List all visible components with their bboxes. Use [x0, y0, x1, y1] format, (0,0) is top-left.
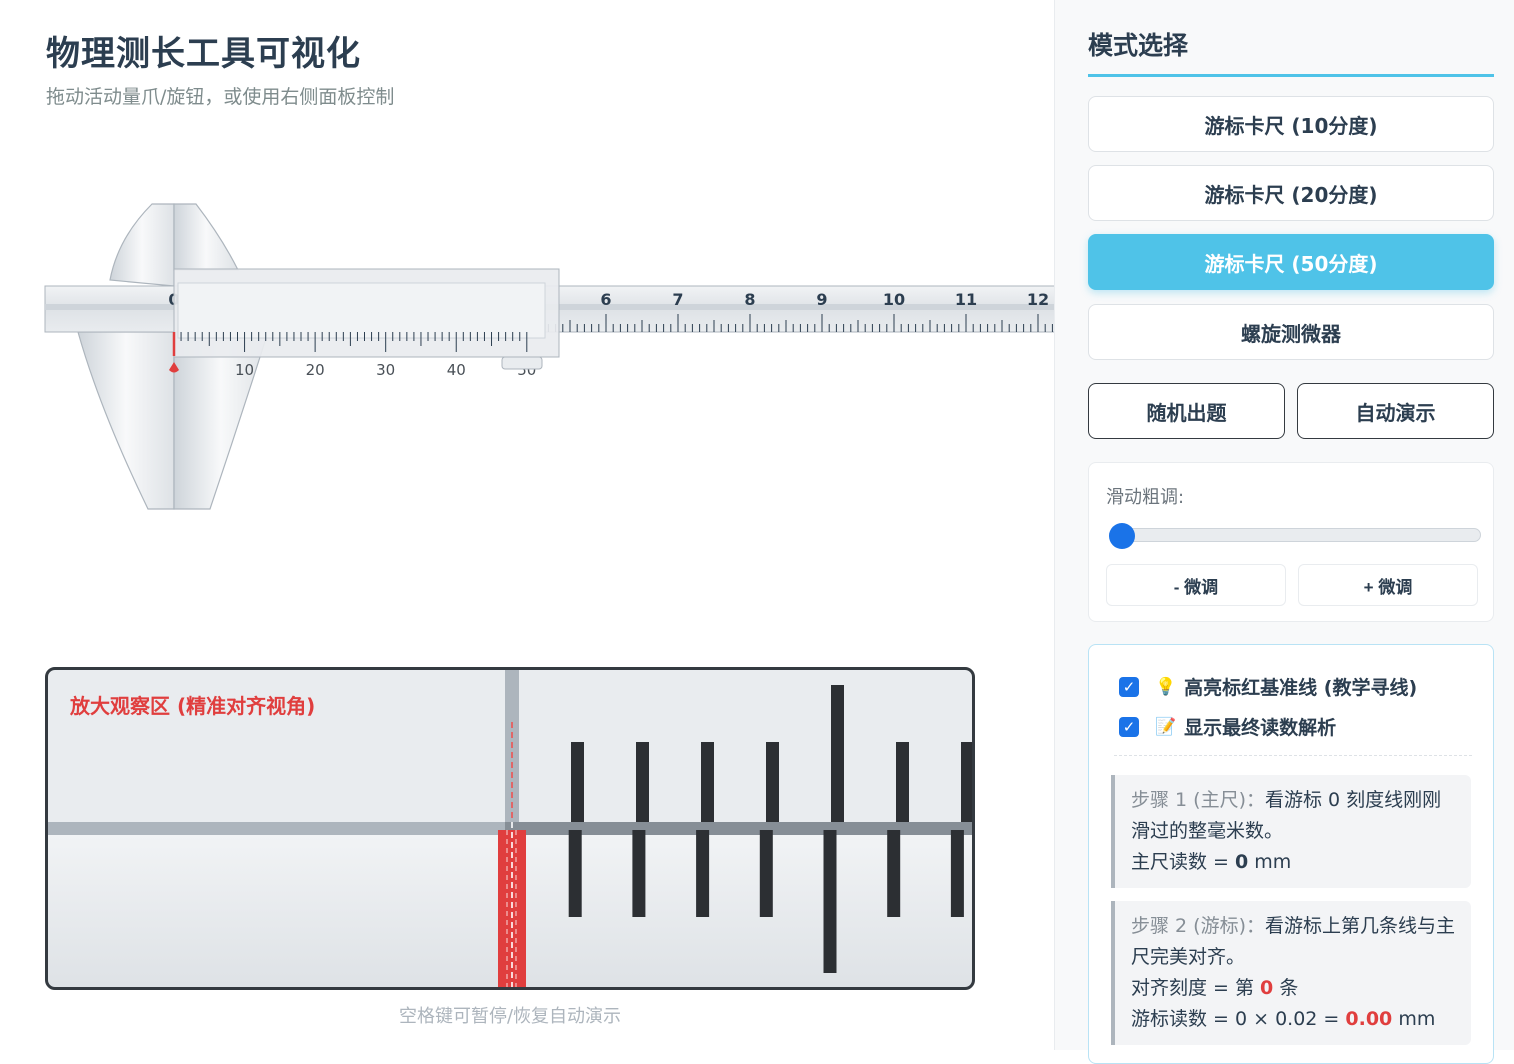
mode-micrometer-button[interactable]: 螺旋测微器 — [1088, 304, 1494, 360]
lightbulb-icon: 💡 — [1155, 676, 1177, 697]
slider-thumb[interactable] — [1109, 523, 1135, 549]
zoom-vernier-tick — [759, 830, 773, 917]
fine-plus-button[interactable]: + 微调 — [1298, 564, 1478, 606]
zoom-label: 放大观察区 (精准对齐视角) — [70, 694, 316, 718]
option-highlight-label: 高亮标红基准线 (教学寻线) — [1184, 677, 1418, 699]
option-analysis-label: 显示最终读数解析 — [1184, 717, 1337, 739]
step-2-align-prefix: 对齐刻度 = 第 — [1131, 977, 1261, 999]
control-panel: 模式选择 游标卡尺 (10分度) 游标卡尺 (20分度) 游标卡尺 (50分度)… — [1054, 0, 1514, 1064]
zoom-main-tick — [831, 685, 844, 822]
step-2-reading-unit: mm — [1392, 1008, 1436, 1030]
auto-demo-button[interactable]: 自动演示 — [1297, 383, 1494, 439]
vernier-scale-label: 10 — [235, 361, 254, 379]
zoom-vernier-tick — [696, 830, 710, 917]
zoom-main-tick — [961, 742, 972, 822]
coarse-adjust-label: 滑动粗调: — [1106, 487, 1185, 508]
moving-jaw-upper — [173, 203, 239, 271]
step-1-result-prefix: 主尺读数 = — [1131, 851, 1235, 873]
step-2-reading-prefix: 游标读数 = 0 × 0.02 = — [1131, 1008, 1346, 1030]
vernier-caliper[interactable]: 0123456789101112 1020304050 — [0, 180, 1054, 540]
page-title: 物理测长工具可视化 — [46, 34, 361, 74]
checkbox-checked-icon[interactable]: ✓ — [1119, 716, 1139, 737]
keyboard-hint: 空格键可暂停/恢复自动演示 — [398, 1006, 622, 1027]
option-analysis[interactable]: ✓ 📝 显示最终读数解析 — [1119, 713, 1336, 740]
page-subtitle: 拖动活动量爪/旋钮，或使用右侧面板控制 — [46, 86, 395, 108]
step-2: 步骤 2 (游标)：看游标上第几条线与主尺完美对齐。 对齐刻度 = 第 0 条 … — [1111, 901, 1471, 1045]
step-1-head: 步骤 1 (主尺)： — [1131, 789, 1265, 811]
zoom-main-tick — [766, 742, 779, 822]
vernier-scale-labels: 10 20 30 40 50 — [235, 361, 536, 379]
main-area: 物理测长工具可视化 拖动活动量爪/旋钮，或使用右侧面板控制 0123456789… — [0, 0, 1054, 1050]
vernier-scale-label: 30 — [376, 361, 395, 379]
main-scale-label: 9 — [816, 290, 827, 309]
divider — [1114, 755, 1472, 756]
panel-title: 模式选择 — [1088, 26, 1494, 77]
moving-jaw-lower — [173, 331, 269, 510]
step-1: 步骤 1 (主尺)：看游标 0 刻度线刚刚滑过的整毫米数。 主尺读数 = 0 m… — [1111, 775, 1471, 888]
option-highlight[interactable]: ✓ 💡 高亮标红基准线 (教学寻线) — [1119, 673, 1417, 700]
zoom-view: 放大观察区 (精准对齐视角) — [45, 667, 975, 990]
coarse-adjust-slider[interactable] — [1109, 528, 1481, 542]
zoom-vernier-tick — [950, 830, 964, 917]
vernier-scale-label: 40 — [447, 361, 466, 379]
coarse-adjust-card: 滑动粗调: - 微调 + 微调 — [1088, 462, 1494, 622]
step-2-align-value: 0 — [1260, 977, 1274, 999]
step-1-result-unit: mm — [1248, 851, 1292, 873]
zoom-main-tick — [636, 742, 649, 822]
zoom-main-tick — [896, 742, 909, 822]
main-scale-label: 12 — [1027, 290, 1049, 309]
main-scale-label: 8 — [744, 290, 755, 309]
zoom-main-tick — [571, 742, 584, 822]
memo-icon: 📝 — [1155, 716, 1177, 737]
random-question-button[interactable]: 随机出题 — [1088, 383, 1285, 439]
main-scale-label: 10 — [883, 290, 905, 309]
vernier-scale-label: 20 — [306, 361, 325, 379]
zoom-main-tick — [701, 742, 714, 822]
step-2-head: 步骤 2 (游标)： — [1131, 915, 1265, 937]
zoom-vernier-tick — [887, 830, 901, 917]
mode-vernier-50-button[interactable]: 游标卡尺 (50分度) — [1088, 234, 1494, 290]
zoom-vernier-tick — [568, 830, 582, 917]
fine-minus-button[interactable]: - 微调 — [1106, 564, 1286, 606]
zoom-vernier-tick — [632, 830, 646, 917]
fixed-jaw-upper — [109, 203, 175, 287]
step-2-align-suffix: 条 — [1273, 977, 1299, 999]
mode-vernier-20-button[interactable]: 游标卡尺 (20分度) — [1088, 165, 1494, 221]
step-2-reading-value: 0.00 — [1345, 1008, 1393, 1030]
checkbox-checked-icon[interactable]: ✓ — [1119, 676, 1139, 697]
mode-vernier-10-button[interactable]: 游标卡尺 (10分度) — [1088, 96, 1494, 152]
main-scale-label: 11 — [955, 290, 977, 309]
fixed-jaw-lower — [77, 331, 175, 510]
step-1-result-value: 0 — [1235, 851, 1249, 873]
reading-info-card: ✓ 💡 高亮标红基准线 (教学寻线) ✓ 📝 显示最终读数解析 步骤 1 (主尺… — [1088, 644, 1494, 1064]
slider-grip — [501, 356, 543, 370]
main-scale-label: 6 — [600, 290, 611, 309]
zoom-vernier-tick — [823, 830, 837, 973]
main-scale-label: 7 — [672, 290, 683, 309]
